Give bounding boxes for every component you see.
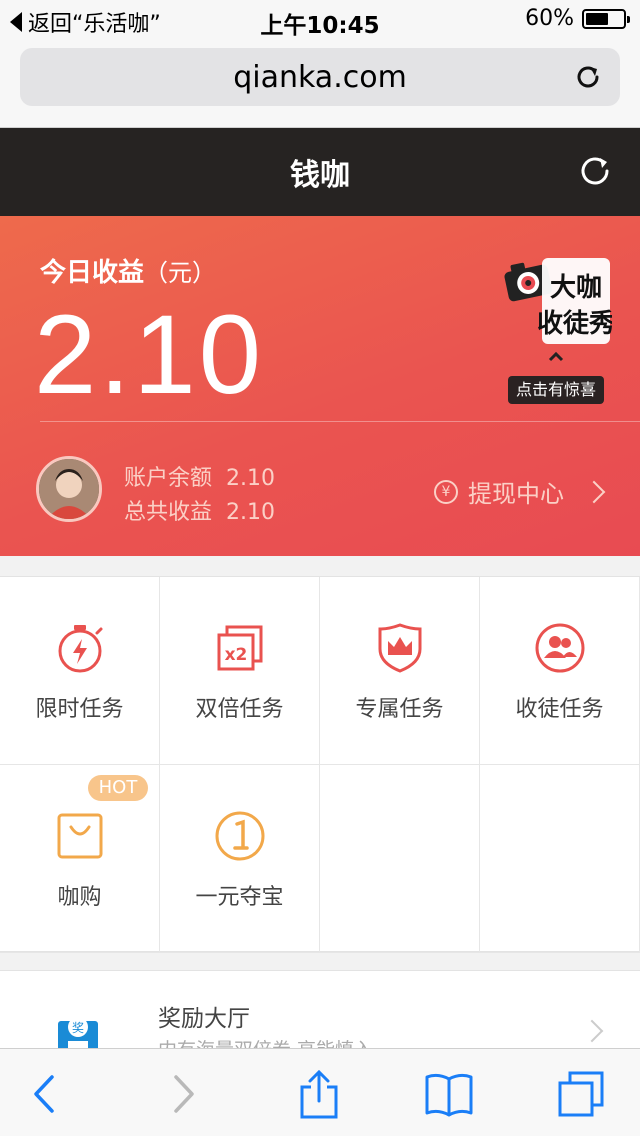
url-text: qianka.com [233, 59, 407, 95]
back-icon[interactable] [20, 1069, 70, 1119]
task-double[interactable]: x2 双倍任务 [160, 577, 320, 765]
promo-badge[interactable]: 点击有惊喜 [508, 376, 605, 404]
total-label: 总共收益 [124, 500, 213, 525]
crown-shield-icon [378, 623, 421, 673]
earnings-divider [40, 421, 640, 422]
task-label: 一元夺宝 [195, 885, 284, 910]
task-label: 收徒任务 [515, 697, 604, 722]
earnings-panel: 今日收益（元） 2.10 大咖 收徒秀 点击有惊喜 账户余额 2.10 总共收益… [0, 216, 640, 556]
battery-indicator: 60% [525, 6, 630, 31]
task-kagou[interactable]: HOT 咖购 [0, 765, 160, 953]
svg-text:收徒秀: 收徒秀 [537, 309, 612, 339]
account-balance: 账户余额 2.10 [124, 460, 275, 492]
bookmarks-icon[interactable] [424, 1069, 474, 1119]
currency-unit: （元） [144, 259, 217, 287]
users-icon [535, 623, 584, 673]
share-icon[interactable] [294, 1069, 344, 1119]
svg-text:x2: x2 [224, 645, 247, 665]
double-x2-icon: x2 [217, 625, 262, 671]
task-label: 双倍任务 [195, 697, 284, 722]
chevron-right-icon [582, 480, 606, 503]
promo-banner[interactable]: 大咖 收徒秀 点击有惊喜 [500, 242, 615, 404]
task-recruit[interactable]: 收徒任务 [480, 577, 640, 765]
empty-cell [320, 765, 480, 953]
today-earnings-label: 今日收益（元） [40, 252, 216, 289]
task-limited-time[interactable]: 限时任务 [0, 577, 160, 765]
promo-logo-icon: 大咖 收徒秀 [504, 258, 615, 362]
app-header: 钱咖 [0, 128, 640, 216]
reward-hall-row[interactable]: 奖 奖励大厅 内有海量双倍券,高能慎入 [0, 970, 640, 1050]
total-value: 2.10 [226, 500, 275, 525]
svg-text:奖: 奖 [72, 1021, 84, 1035]
battery-icon [582, 8, 630, 29]
empty-cell [480, 765, 640, 953]
svg-text:大咖: 大咖 [550, 273, 602, 303]
refresh-icon[interactable] [576, 152, 614, 190]
today-earnings-value: 2.10 [34, 292, 264, 417]
task-label: 咖购 [57, 885, 102, 910]
withdraw-label: 提现中心 [468, 480, 564, 508]
task-label: 专属任务 [355, 697, 444, 722]
task-grid: 限时任务 x2 双倍任务 专属任务 收徒任务 HOT 咖购 一元夺宝 [0, 576, 640, 953]
tabs-icon[interactable] [556, 1069, 606, 1119]
total-earnings: 总共收益 2.10 [124, 494, 275, 526]
chevron-right-icon [580, 1019, 604, 1043]
one-coin-icon [215, 811, 264, 861]
withdraw-center-link[interactable]: ¥ 提现中心 [434, 474, 606, 509]
stopwatch-icon [58, 625, 102, 673]
task-label: 限时任务 [35, 697, 124, 722]
address-bar[interactable]: qianka.com [20, 48, 620, 106]
balance-label: 账户余额 [124, 466, 213, 491]
page-title: 钱咖 [290, 158, 350, 193]
browser-address-area: qianka.com [0, 40, 640, 128]
reload-icon[interactable] [572, 61, 604, 93]
forward-icon[interactable] [158, 1069, 208, 1119]
avatar-photo [39, 459, 99, 519]
status-bar: 返回“乐活咖” 上午10:45 60% [0, 0, 640, 40]
browser-toolbar [0, 1048, 640, 1136]
hot-badge: HOT [88, 775, 148, 801]
task-exclusive[interactable]: 专属任务 [320, 577, 480, 765]
shop-icon: 奖 [58, 1017, 98, 1050]
battery-percent: 60% [525, 6, 574, 31]
yen-icon: ¥ [434, 479, 458, 504]
today-earnings-text: 今日收益 [40, 258, 145, 288]
balance-value: 2.10 [226, 466, 275, 491]
shopping-bag-icon [57, 813, 102, 859]
task-one-yuan[interactable]: 一元夺宝 [160, 765, 320, 953]
reward-title: 奖励大厅 [158, 1006, 250, 1032]
avatar[interactable] [36, 456, 102, 522]
